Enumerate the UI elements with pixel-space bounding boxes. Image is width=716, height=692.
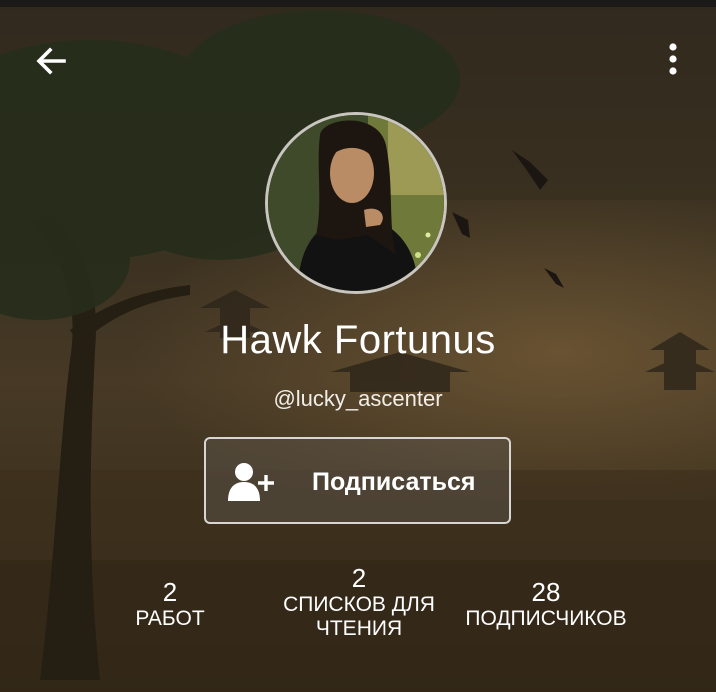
follow-button-label: Подписаться: [312, 468, 476, 496]
arrow-left-icon: [36, 47, 66, 75]
stat-works[interactable]: 2 РАБОТ: [120, 577, 220, 631]
stat-followers-count: 28: [531, 577, 561, 607]
avatar-portrait-image: [268, 115, 444, 291]
follow-button[interactable]: Подписаться: [204, 437, 511, 524]
stat-works-count: 2: [162, 577, 178, 607]
stat-followers-label: ПОДПИСЧИКОВ: [465, 607, 627, 630]
stat-reading-lists-label-line2: ЧТЕНИЯ: [315, 617, 403, 640]
stat-reading-lists-count: 2: [351, 563, 367, 593]
back-button[interactable]: [30, 40, 72, 82]
avatar[interactable]: [265, 112, 447, 294]
more-options-button[interactable]: [656, 38, 690, 80]
add-user-icon: [228, 463, 274, 501]
profile-name: Hawk Fortunus: [220, 318, 496, 362]
profile-username: @lucky_ascenter: [273, 386, 443, 411]
stat-works-label: РАБОТ: [135, 607, 205, 630]
stat-reading-lists-label-line1: СПИСКОВ ДЛЯ: [283, 593, 435, 616]
stat-reading-lists[interactable]: 2 СПИСКОВ ДЛЯ ЧТЕНИЯ: [264, 563, 454, 641]
more-vertical-icon: [669, 43, 677, 75]
profile-screen: Hawk Fortunus @lucky_ascenter Подписатьс…: [0, 0, 716, 692]
stat-followers[interactable]: 28 ПОДПИСЧИКОВ: [446, 577, 646, 631]
